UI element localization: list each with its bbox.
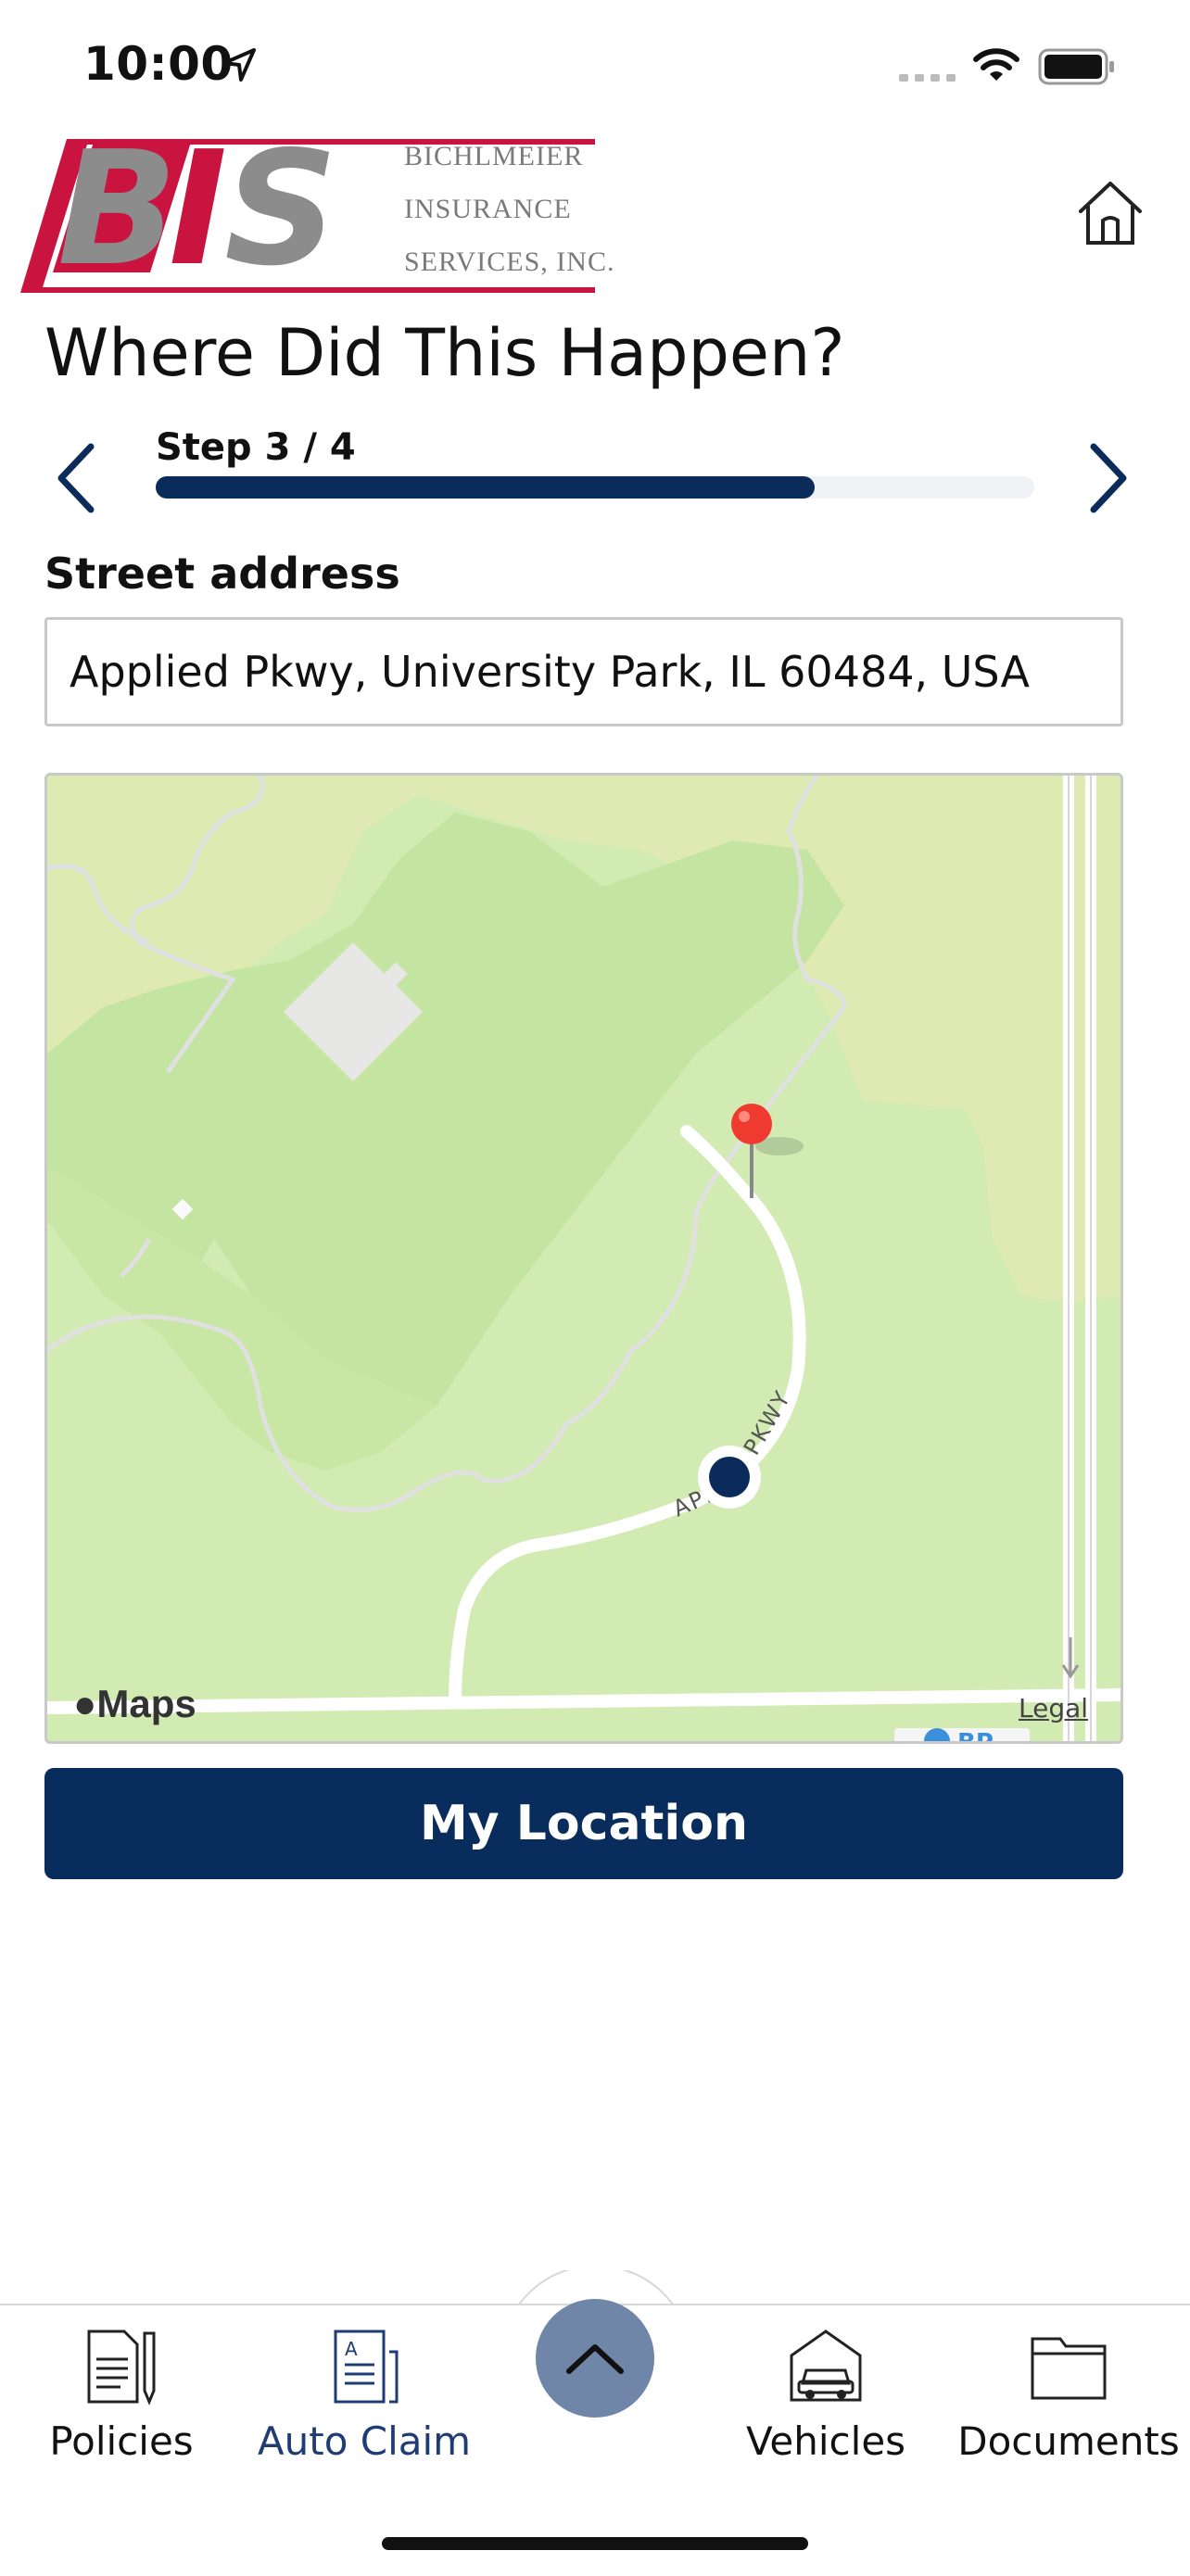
street-address-label: Street address (44, 549, 400, 599)
company-name: BICHLMEIER INSURANCE SERVICES, INC. (404, 130, 614, 288)
wifi-icon (973, 48, 1019, 81)
street-address-input[interactable] (44, 617, 1123, 726)
svg-text:I: I (169, 133, 227, 293)
progress-bar (156, 476, 1034, 499)
tab-label: Vehicles (745, 2418, 906, 2464)
claim-form-icon: A (334, 2330, 399, 2404)
svg-text:S: S (224, 133, 337, 293)
document-pen-icon (87, 2330, 156, 2406)
tab-label: Policies (49, 2418, 194, 2464)
my-location-button[interactable]: My Location (44, 1768, 1123, 1879)
company-name-line: BICHLMEIER (404, 141, 584, 171)
location-arrow-icon (222, 48, 256, 82)
svg-text:B: B (57, 133, 178, 293)
home-indicator (382, 2537, 808, 2550)
previous-step-chevron-icon[interactable] (54, 441, 100, 515)
status-time: 10:00 (83, 37, 234, 91)
next-step-chevron-icon[interactable] (1084, 441, 1131, 515)
maps-brand-text: Maps (96, 1682, 196, 1725)
cellular-signal-icon (899, 74, 956, 82)
map-view[interactable]: APP PKWY BP ●Maps Legal (44, 773, 1123, 1744)
tab-label: Documents (957, 2418, 1180, 2464)
car-garage-icon (790, 2330, 862, 2402)
company-name-line: SERVICES, INC. (404, 246, 615, 277)
map-canvas[interactable]: APP PKWY BP (47, 776, 1123, 1744)
expand-menu-button[interactable] (536, 2299, 654, 2418)
legal-link[interactable]: Legal (1019, 1693, 1088, 1724)
poi-label: BP (957, 1729, 994, 1744)
location-pin-icon[interactable] (731, 1104, 772, 1144)
home-icon[interactable] (1075, 178, 1146, 248)
folder-icon (1031, 2337, 1107, 2400)
page-title: Where Did This Happen? (44, 315, 845, 391)
chevron-up-icon (566, 2344, 624, 2374)
company-name-line: INSURANCE (404, 194, 572, 224)
maps-attribution: ●Maps (73, 1682, 196, 1726)
tab-label: Auto Claim (257, 2418, 472, 2464)
apple-logo-icon: ● (73, 1682, 97, 1725)
svg-text:A: A (345, 2338, 358, 2360)
step-indicator: Step 3 / 4 (156, 426, 356, 469)
progress-fill (156, 476, 815, 499)
battery-icon (1038, 48, 1114, 85)
